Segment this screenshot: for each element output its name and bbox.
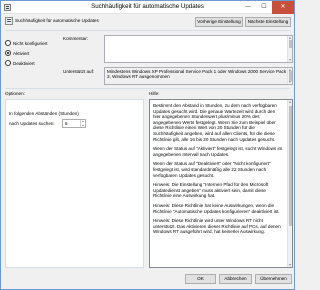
supported-scrollbar[interactable] [287,68,292,84]
options-heading: Optionen: [5,91,25,96]
options-panel: In folgenden Abständen (Stunden) nach Up… [5,99,144,268]
supported-field[interactable]: Mindestens Windows XP Professional Servi… [104,67,293,85]
ok-button[interactable]: OK [185,274,216,284]
help-paragraph: Bestimmt den Abstand in Stunden, zu dem … [153,103,277,142]
previous-setting-button[interactable]: Vorherige Einstellung [195,17,243,27]
supported-value: Mindestens Windows XP Professional Servi… [107,69,287,80]
minimize-button[interactable]: — [240,1,256,14]
policy-name: Suchhäufigkeit für automatische Updates [15,18,99,23]
cancel-button[interactable]: Abbrechen [219,274,252,284]
setting-icon [5,17,13,25]
supported-label: Unterstützt auf: [63,69,95,74]
radio-disabled[interactable]: Deaktiviert [5,60,35,66]
comment-label: Kommentar: [63,36,89,41]
help-scrollbar[interactable] [287,100,292,267]
next-setting-button[interactable]: Nächste Einstellung [245,17,291,27]
scroll-thumb[interactable] [289,106,292,226]
radio-label: Nicht konfiguriert [13,40,48,46]
comment-scrollbar[interactable] [287,36,292,62]
stepper-arrows[interactable] [80,120,85,127]
help-paragraph: Hinweis: Die Einstellung "Internen Pfad … [153,182,269,199]
help-paragraph: Hinweis: Diese Richtlinie hat keine Ausw… [153,202,280,214]
help-heading: Hilfe: [149,91,160,96]
help-paragraph: Hinweis: Diese Richtlinie wird unter Win… [153,218,281,235]
search-hours-stepper[interactable]: 6 [62,119,86,128]
scroll-thumb[interactable] [289,40,292,48]
window-controls: — ☐ ✕ [240,1,294,14]
help-panel: Bestimmt den Abstand in Stunden, zu dem … [149,99,293,268]
radio-enabled[interactable]: Aktiviert [5,50,29,56]
help-paragraph: Wenn der Status auf "Deaktiviert" oder "… [153,161,271,178]
header-divider [5,30,290,31]
frequency-label: In folgenden Abständen (Stunden) [9,111,79,116]
policy-dialog: Suchhäufigkeit für automatische Updates … [0,0,295,290]
section-divider [5,88,290,89]
radio-label: Deaktiviert [13,60,35,66]
apply-button[interactable]: Übernehmen [255,274,292,284]
scroll-thumb[interactable] [289,71,292,81]
radio-not-configured[interactable]: Nicht konfiguriert [5,40,47,46]
close-button[interactable]: ✕ [272,1,294,14]
radio-label: Aktiviert [13,50,30,56]
radio-button[interactable] [5,40,11,46]
radio-button[interactable] [5,50,11,56]
radio-button[interactable] [5,60,11,66]
title-bar[interactable]: Suchhäufigkeit für automatische Updates … [1,1,294,14]
search-label: nach Updates suchen: [9,121,55,126]
comment-field[interactable] [104,35,293,63]
maximize-button[interactable]: ☐ [256,1,272,14]
help-paragraph: Wenn der Status auf "Aktiviert" festgele… [153,146,283,157]
search-hours-value: 6 [65,121,68,126]
